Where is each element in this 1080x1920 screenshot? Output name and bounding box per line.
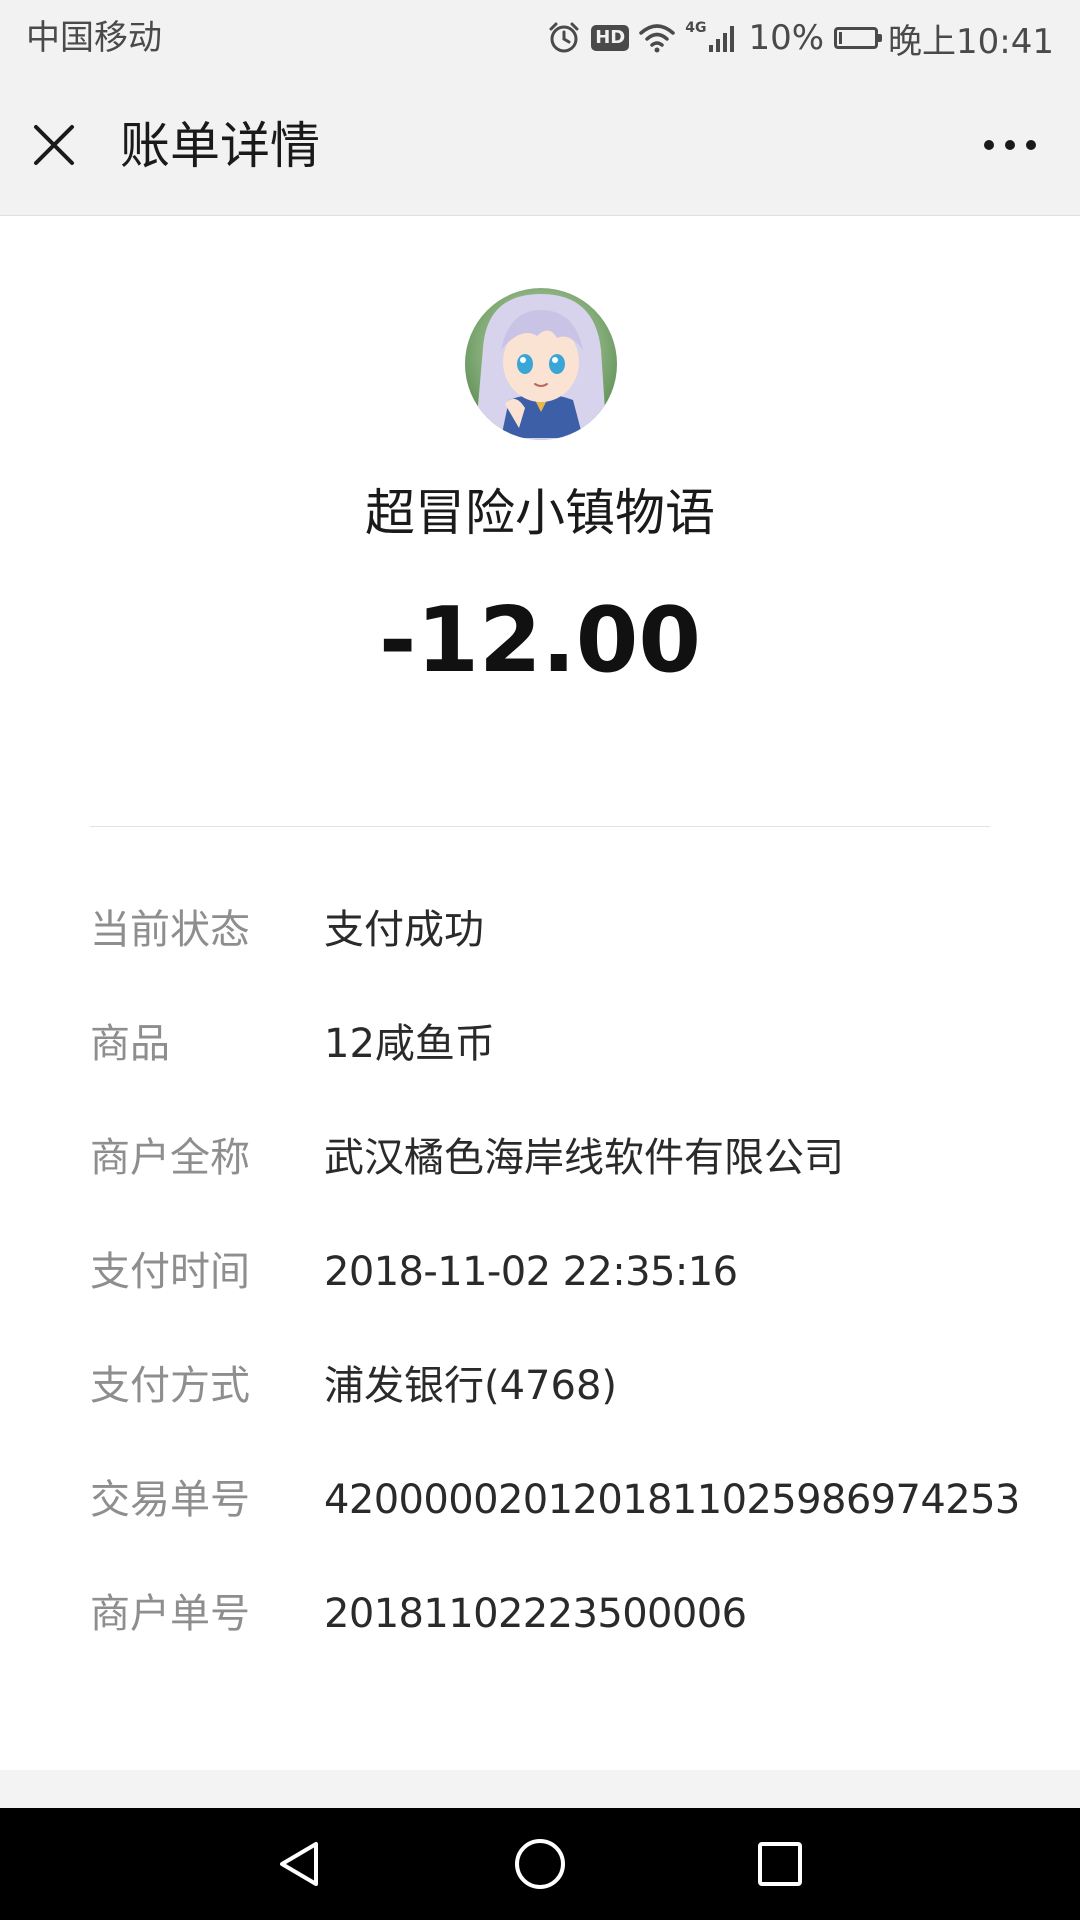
- detail-value: 2018-11-02 22:35:16: [324, 1249, 738, 1295]
- detail-row-merchant-order-id: 商户单号 20181102223500006: [90, 1586, 1020, 1700]
- back-button[interactable]: [270, 1834, 330, 1894]
- signal-icon: [708, 23, 738, 53]
- bill-detail: 超冒险小镇物语 -12.00 当前状态 支付成功 商品 12咸鱼币 商户全称 武…: [0, 216, 1080, 1770]
- divider: [90, 826, 990, 827]
- merchant-avatar: [465, 288, 617, 440]
- network-type: 4G: [685, 20, 707, 36]
- detail-label: 交易单号: [90, 1477, 250, 1523]
- detail-row-merchant-full-name: 商户全称 武汉橘色海岸线软件有限公司: [90, 1130, 1020, 1244]
- detail-label: 商品: [90, 1021, 170, 1067]
- detail-label: 当前状态: [90, 907, 250, 953]
- detail-value[interactable]: 4200000201201811025986974253: [324, 1472, 1020, 1528]
- detail-value[interactable]: 20181102223500006: [324, 1586, 747, 1642]
- detail-label: 商户全称: [90, 1135, 250, 1181]
- battery-level: [839, 32, 843, 44]
- back-triangle-icon: [280, 1842, 318, 1886]
- detail-list: 当前状态 支付成功 商品 12咸鱼币 商户全称 武汉橘色海岸线软件有限公司 支付…: [90, 902, 1020, 1700]
- merchant-name: 超冒险小镇物语: [365, 484, 715, 542]
- detail-row-status: 当前状态 支付成功: [90, 902, 1020, 1016]
- clock: 晚上10:41: [888, 21, 1054, 62]
- alarm-icon: [547, 21, 581, 55]
- title-bar: 账单详情: [0, 78, 1080, 216]
- status-bar: 中国移动 HD 4G 10% 晚上10:41: [0, 0, 1080, 78]
- more-icon: [984, 140, 1036, 150]
- bottom-strip: [0, 1770, 1080, 1808]
- close-icon: [34, 125, 74, 165]
- detail-label: 商户单号: [90, 1591, 250, 1637]
- detail-value: 浦发银行(4768): [324, 1363, 618, 1409]
- hd-icon: HD: [591, 25, 630, 51]
- payment-amount: -12.00: [378, 588, 702, 693]
- detail-value: 武汉橘色海岸线软件有限公司: [324, 1135, 844, 1181]
- detail-label: 支付方式: [90, 1363, 250, 1409]
- detail-row-product: 商品 12咸鱼币: [90, 1016, 1020, 1130]
- close-button[interactable]: [22, 113, 86, 177]
- detail-label: 支付时间: [90, 1249, 250, 1295]
- recents-button[interactable]: [750, 1834, 810, 1894]
- wifi-icon: [639, 23, 675, 53]
- page-title: 账单详情: [120, 117, 320, 175]
- battery-percent: 10%: [748, 18, 825, 58]
- detail-row-payment-time: 支付时间 2018-11-02 22:35:16: [90, 1244, 1020, 1358]
- battery-icon: [834, 27, 883, 49]
- detail-row-transaction-id: 交易单号 4200000201201811025986974253: [90, 1472, 1020, 1586]
- more-button[interactable]: [970, 113, 1050, 177]
- carrier-name: 中国移动: [26, 18, 162, 58]
- detail-value: 支付成功: [324, 907, 484, 953]
- status-icons: HD 4G 10% 晚上10:41: [547, 16, 1054, 62]
- avatar-image: [465, 288, 617, 440]
- detail-row-payment-method: 支付方式 浦发银行(4768): [90, 1358, 1020, 1472]
- home-button[interactable]: [510, 1834, 570, 1894]
- home-circle-icon: [515, 1839, 565, 1889]
- detail-value: 12咸鱼币: [324, 1021, 495, 1067]
- system-nav-bar: [0, 1808, 1080, 1920]
- recents-square-icon: [758, 1842, 802, 1886]
